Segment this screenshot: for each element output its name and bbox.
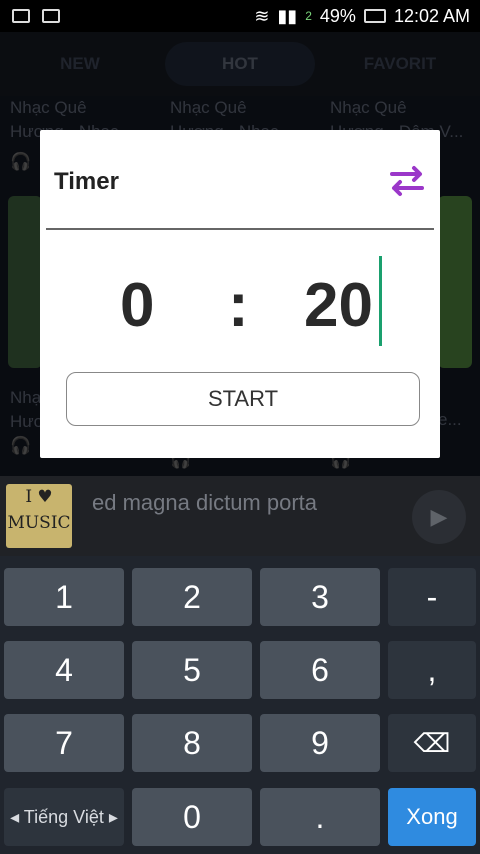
- key-4[interactable]: 4: [4, 641, 124, 699]
- key-2[interactable]: 2: [132, 568, 252, 626]
- key-8[interactable]: 8: [132, 714, 252, 772]
- hours-field[interactable]: 0: [120, 270, 154, 341]
- timer-dialog: Timer 0 : 20 START: [40, 130, 440, 458]
- backspace-icon[interactable]: ⌫: [388, 714, 476, 772]
- clock: 12:02 AM: [393, 5, 470, 26]
- numeric-keyboard: 1 2 3 - 4 5 6 , 7 8 9 ⌫ ◂ Tiếng Việt ▸ 0…: [0, 556, 480, 854]
- key-5[interactable]: 5: [132, 641, 252, 699]
- start-button[interactable]: START: [66, 372, 420, 426]
- swap-icon[interactable]: [386, 160, 428, 202]
- battery-percent: 49%: [319, 5, 356, 26]
- minutes-field[interactable]: 20: [304, 270, 373, 341]
- signal-label: 2: [305, 9, 312, 23]
- mini-player: I ♥ MUSIC ed magna dictum porta ▶: [0, 476, 480, 556]
- divider: [46, 228, 434, 230]
- music-logo: I ♥ MUSIC: [6, 484, 72, 548]
- text-cursor: [379, 256, 382, 346]
- done-button[interactable]: Xong: [388, 788, 476, 846]
- status-bar: ≋ ▮▮ 2 49% 12:02 AM: [0, 0, 480, 32]
- key-comma[interactable]: ,: [388, 641, 476, 699]
- key-period[interactable]: .: [260, 788, 380, 846]
- key-0[interactable]: 0: [132, 788, 252, 846]
- key-7[interactable]: 7: [4, 714, 124, 772]
- key-9[interactable]: 9: [260, 714, 380, 772]
- key-3[interactable]: 3: [260, 568, 380, 626]
- dialog-title: Timer: [54, 168, 119, 195]
- wifi-icon: ≋: [254, 5, 270, 26]
- key-1[interactable]: 1: [4, 568, 124, 626]
- play-icon[interactable]: ▶: [412, 490, 466, 544]
- battery-icon: [363, 9, 386, 23]
- signal-icon: ▮▮: [277, 5, 298, 26]
- time-separator: :: [228, 271, 249, 340]
- key-minus[interactable]: -: [388, 568, 476, 626]
- keyboard-icon: [12, 9, 30, 23]
- language-switch[interactable]: ◂ Tiếng Việt ▸: [4, 788, 124, 846]
- track-title: ed magna dictum porta: [92, 490, 318, 515]
- image-icon: [42, 9, 60, 23]
- key-6[interactable]: 6: [260, 641, 380, 699]
